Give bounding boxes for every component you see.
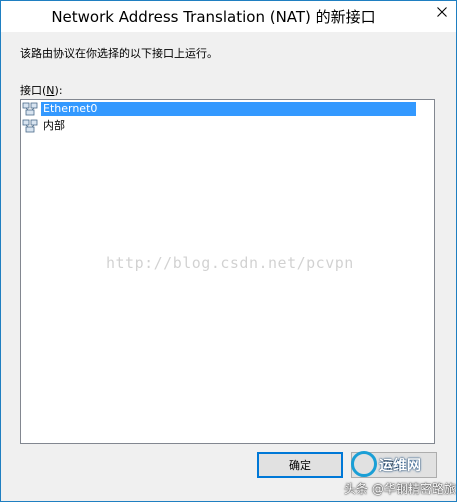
network-adapter-icon: [22, 119, 38, 133]
site-logo-icon: [351, 451, 377, 477]
interfaces-label-suffix: ):: [54, 84, 63, 97]
close-button[interactable]: [428, 1, 456, 23]
interfaces-list[interactable]: Ethernet0 内部: [20, 99, 435, 444]
nat-new-interface-dialog: Network Address Translation (NAT) 的新接口 该…: [0, 0, 457, 502]
window-title: Network Address Translation (NAT) 的新接口: [51, 8, 376, 26]
interfaces-label-hotkey: N: [46, 84, 55, 97]
list-item-label: 内部: [43, 119, 65, 132]
interfaces-label-prefix: 接口(: [20, 84, 47, 97]
description-text: 该路由协议在你选择的以下接口上运行。: [20, 47, 218, 60]
list-item-label: Ethernet0: [41, 102, 100, 116]
title-bar[interactable]: Network Address Translation (NAT) 的新接口: [1, 1, 456, 32]
dialog-content: 该路由协议在你选择的以下接口上运行。 接口(N): Ethernet0 内部 确…: [1, 32, 456, 501]
network-adapter-icon: [22, 102, 38, 116]
list-item-internal[interactable]: 内部: [22, 118, 67, 134]
list-item-ethernet0[interactable]: Ethernet0: [22, 101, 416, 117]
site-logo-text: 运维网: [379, 458, 421, 474]
close-icon: [437, 7, 447, 17]
interfaces-label: 接口(N):: [20, 82, 63, 98]
overlay-caption: 头条 @华钢精密路旅: [344, 482, 456, 496]
ok-button[interactable]: 确定: [257, 452, 343, 478]
